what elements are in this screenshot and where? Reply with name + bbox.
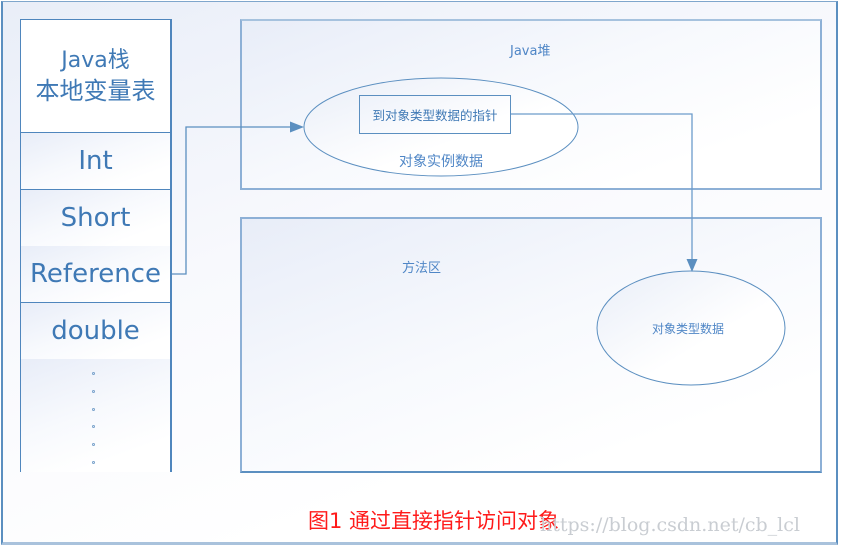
figure-caption: 图1 通过直接指针访问对象 [308,509,560,533]
object-instance-label: 对象实例数据 [399,154,483,170]
watermark: https://blog.csdn.net/cb_lcl [540,514,800,536]
object-type-label: 对象类型数据 [652,322,725,336]
reference-arrowhead-icon [290,121,304,133]
type-pointer-box: 到对象类型数据的指针 [359,95,511,134]
reference-arrow-line [172,126,292,275]
diagram-connectors [172,77,786,386]
type-pointer-arrowhead-icon [686,259,698,272]
